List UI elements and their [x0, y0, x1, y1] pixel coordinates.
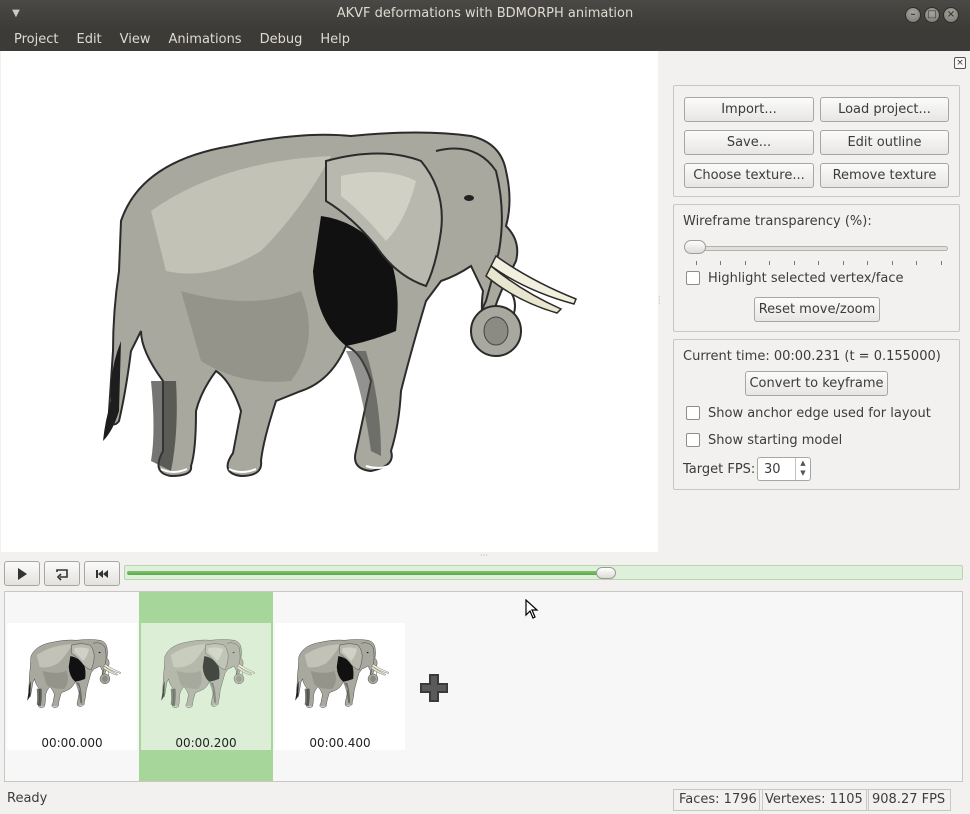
dock-close-icon[interactable]: ×: [954, 57, 966, 69]
render-canvas[interactable]: [1, 51, 658, 552]
maximize-icon[interactable]: □: [924, 7, 940, 23]
app-window: ▼ AKVF deformations with BDMORPH animati…: [0, 0, 970, 814]
convert-to-keyframe-button[interactable]: Convert to keyframe: [745, 371, 888, 396]
save-button[interactable]: Save...: [684, 130, 814, 155]
highlight-selected-label: Highlight selected vertex/face: [708, 271, 904, 286]
keyframe-time-label: 00:00.000: [41, 736, 103, 750]
animation-group: Current time: 00:00.231 (t = 0.155000) C…: [673, 339, 960, 490]
wireframe-slider-track[interactable]: [686, 246, 948, 251]
keyframe-item[interactable]: 00:00.000: [5, 592, 139, 781]
play-icon: [18, 568, 27, 580]
timeline-slider[interactable]: [124, 565, 963, 580]
import-button[interactable]: Import...: [684, 97, 814, 122]
repeat-icon: [56, 569, 68, 581]
menu-project[interactable]: Project: [5, 29, 67, 51]
status-bar: Ready Faces: 1796 Vertexes: 1105 908.27 …: [0, 786, 970, 814]
show-anchor-edge-label: Show anchor edge used for layout: [708, 406, 931, 421]
repeat-button[interactable]: [44, 561, 80, 586]
reset-move-zoom-button[interactable]: Reset move/zoom: [754, 297, 880, 322]
minimize-icon[interactable]: –: [905, 7, 921, 23]
wireframe-slider-ticks: [696, 261, 942, 265]
title-bar: ▼ AKVF deformations with BDMORPH animati…: [0, 0, 970, 29]
keyframe-thumbnail: [7, 623, 137, 750]
current-time-label: Current time: 00:00.231 (t = 0.155000): [683, 349, 941, 364]
show-anchor-edge-checkbox[interactable]: [686, 406, 700, 420]
keyframe-item-selected[interactable]: 00:00.200: [139, 592, 273, 781]
choose-texture-button[interactable]: Choose texture...: [684, 163, 814, 188]
highlight-selected-checkbox[interactable]: [686, 271, 700, 285]
window-title: AKVF deformations with BDMORPH animation: [336, 6, 634, 21]
wireframe-transparency-label: Wireframe transparency (%):: [683, 214, 872, 229]
project-group: Import... Load project... Save... Edit o…: [673, 85, 960, 197]
fps-readout: 908.27 FPS: [866, 789, 952, 811]
skip-to-start-icon: [96, 570, 108, 578]
keyframe-time-label: 00:00.200: [175, 736, 237, 750]
mouse-cursor-icon: [525, 599, 539, 619]
close-icon[interactable]: ×: [943, 7, 959, 23]
timeline-thumb[interactable]: [595, 567, 616, 579]
wireframe-slider-thumb[interactable]: [684, 240, 706, 254]
target-fps-value[interactable]: 30: [764, 462, 781, 477]
show-starting-model-checkbox[interactable]: [686, 433, 700, 447]
keyframe-strip: 00:00.000 00:00.200 00:00.400: [4, 591, 963, 782]
horizontal-splitter-handle[interactable]: ···: [480, 551, 492, 560]
spinbox-arrows-icon[interactable]: ▲ ▼: [795, 458, 810, 480]
status-message: Ready: [7, 791, 48, 806]
window-controls: – □ ×: [905, 7, 959, 23]
view-group: Wireframe transparency (%): Highlight se…: [673, 204, 960, 332]
keyframe-thumbnail: [275, 623, 405, 750]
menu-edit[interactable]: Edit: [67, 29, 110, 51]
keyframe-item[interactable]: 00:00.400: [273, 592, 407, 781]
keyframe-thumbnail: [141, 623, 271, 750]
play-button[interactable]: [4, 561, 40, 586]
faces-count: Faces: 1796: [673, 789, 763, 811]
menu-view[interactable]: View: [111, 29, 160, 51]
timeline-progress-fill: [127, 571, 606, 575]
remove-texture-button[interactable]: Remove texture: [820, 163, 949, 188]
load-project-button[interactable]: Load project...: [820, 97, 949, 122]
rewind-button[interactable]: [84, 561, 120, 586]
menu-debug[interactable]: Debug: [251, 29, 312, 51]
vertexes-count: Vertexes: 1105: [759, 789, 869, 811]
show-starting-model-label: Show starting model: [708, 433, 843, 448]
elephant-image: [103, 131, 577, 478]
target-fps-label: Target FPS:: [683, 462, 756, 477]
add-keyframe-icon[interactable]: [418, 672, 450, 704]
menu-animations[interactable]: Animations: [160, 29, 251, 51]
keyframe-time-label: 00:00.400: [309, 736, 371, 750]
menu-help[interactable]: Help: [311, 29, 359, 51]
edit-outline-button[interactable]: Edit outline: [820, 130, 949, 155]
target-fps-spinbox[interactable]: 30 ▲ ▼: [757, 457, 811, 481]
menu-bar: Project Edit View Animations Debug Help: [0, 29, 970, 51]
vertical-splitter-handle[interactable]: · · ·: [658, 294, 663, 308]
